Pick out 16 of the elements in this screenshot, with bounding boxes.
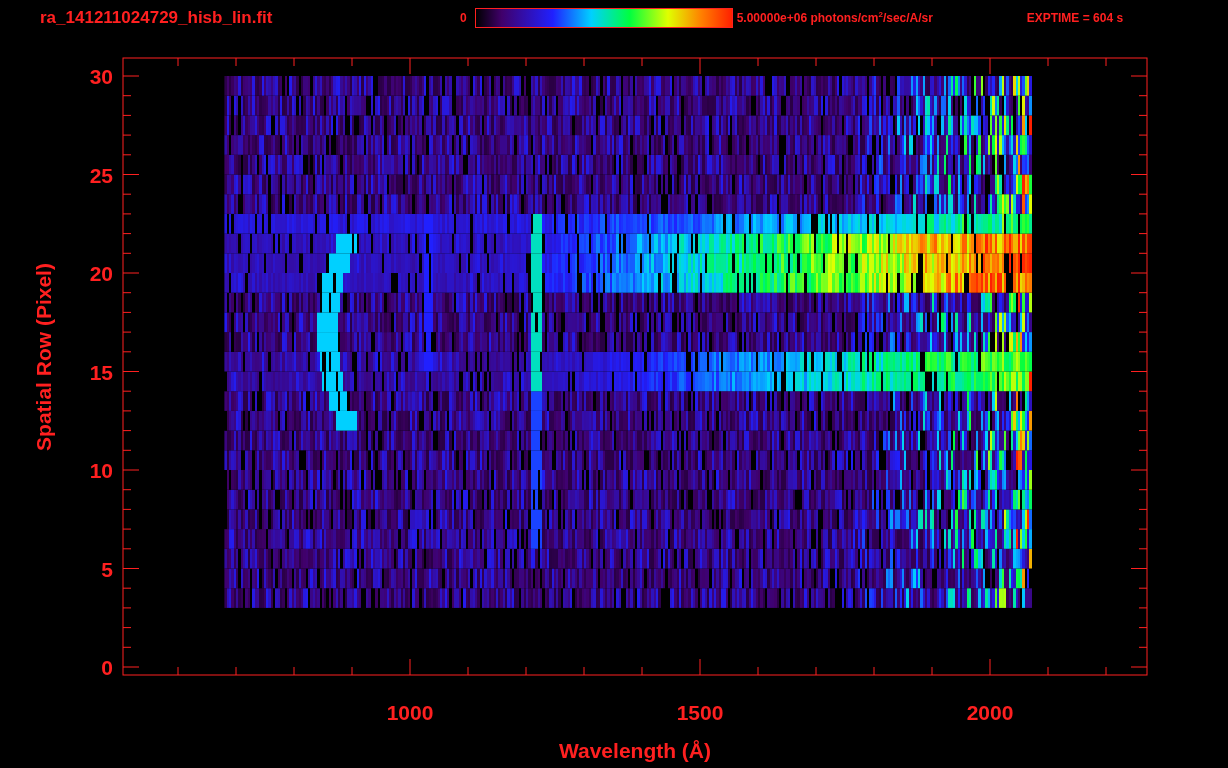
colorbar-min-label: 0 xyxy=(460,10,467,25)
y-tick-label: 30 xyxy=(89,65,113,88)
y-tick-label: 20 xyxy=(89,262,113,285)
y-tick-label: 0 xyxy=(101,656,113,679)
x-tick-label: 2000 xyxy=(966,701,1014,724)
y-axis-label: Spatial Row (Pixel) xyxy=(32,263,55,451)
y-tick-label: 5 xyxy=(101,557,113,581)
x-tick-label: 1500 xyxy=(676,701,724,724)
x-axis-label: Wavelength (Å) xyxy=(558,739,712,762)
y-tick-label: 25 xyxy=(89,163,113,187)
exposure-time: EXPTIME = 604 s xyxy=(1026,10,1124,25)
y-tick-label: 10 xyxy=(89,459,113,482)
x-tick-label: 1000 xyxy=(386,701,434,724)
file-title: ra_141211024729_hisb_lin.fit xyxy=(40,7,274,28)
y-tick-label: 15 xyxy=(89,360,113,384)
colorbar-max-label: 5.00000e+06 photons/cm$^{2}$/sec/A/sr xyxy=(736,10,934,25)
